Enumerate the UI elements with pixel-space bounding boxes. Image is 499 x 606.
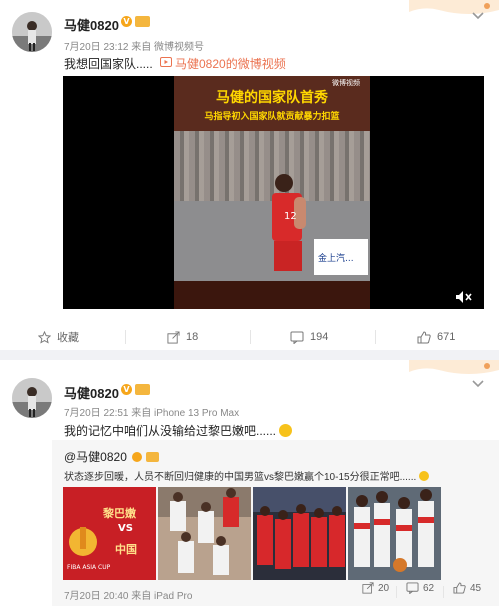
action-divider	[396, 586, 397, 598]
retweet-text: 状态逐步回暖，人员不断回归健康的中国男篮vs黎巴嫩赢个10-15分很正常吧...…	[64, 468, 430, 483]
chevron-down-icon[interactable]	[469, 378, 487, 390]
retweet-share-count: 20	[378, 582, 390, 594]
cup-label: FIBA ASIA CUP	[67, 564, 111, 571]
retweet-like-count: 45	[470, 582, 482, 594]
star-icon	[38, 330, 51, 344]
action-divider	[443, 586, 444, 598]
post-text-content: 我的记忆中咱们从没输给过黎巴嫩吧......	[64, 424, 277, 438]
thumbnail-3-art	[253, 487, 346, 580]
post-actions: 收藏 18 194 671	[0, 322, 499, 352]
action-divider	[125, 330, 126, 344]
retweet-like-button[interactable]: 45	[453, 582, 481, 594]
post-divider	[0, 350, 499, 360]
weibo-post-2: 马健0820 V 7月20日 22:51 来自 iPhone 13 Pro Ma…	[0, 360, 499, 606]
weibo-post-1: 马健0820 V 7月20日 23:12 来自 微博视频号 我想回国家队....…	[0, 0, 499, 350]
like-button[interactable]: 671	[417, 322, 455, 352]
avatar-image	[12, 12, 52, 52]
comment-button[interactable]: 194	[290, 322, 328, 352]
level-badge-icon	[145, 452, 159, 462]
video-link[interactable]: 马健0820的微博视频	[175, 55, 286, 72]
jersey-number: 12	[284, 211, 297, 222]
video-player[interactable]: 微博视频 马健的国家队首秀 马指导初入国家队就贡献暴力扣篮 12 金上汽...	[63, 76, 484, 309]
emoji-icon	[419, 471, 430, 481]
thumbnail-2-art	[158, 487, 251, 580]
thumbnail-vs: VS	[118, 523, 133, 534]
retweet-share-button[interactable]: 20	[362, 582, 389, 594]
ad-banner: 金上汽...	[314, 239, 368, 275]
thumbnail-team1: 黎巴嫩	[103, 507, 136, 520]
avatar[interactable]	[12, 12, 52, 52]
thumbnail-3[interactable]	[253, 487, 346, 580]
thumbnail-1[interactable]: FIBA ASIA CUP 黎巴嫩 VS 中国	[63, 487, 156, 580]
comment-icon	[406, 582, 419, 594]
verified-badge-icon: V	[121, 384, 132, 395]
post-meta: 7月20日 23:12 来自 微博视频号	[64, 42, 205, 53]
decoration-banner	[409, 360, 499, 374]
action-divider	[375, 330, 376, 344]
mute-icon[interactable]	[455, 290, 473, 304]
username[interactable]: 马健0820	[64, 15, 119, 34]
ad-banner-text: 金上汽...	[318, 254, 354, 264]
username[interactable]: 马健0820	[64, 383, 119, 402]
thumbnail-2[interactable]	[158, 487, 251, 580]
emoji-icon	[279, 424, 293, 437]
share-button[interactable]: 18	[167, 322, 198, 352]
thumbnail-4[interactable]	[348, 487, 441, 580]
collect-label: 收藏	[57, 332, 79, 344]
video-frame: 微博视频 马健的国家队首秀 马指导初入国家队就贡献暴力扣篮 12 金上汽...	[174, 76, 370, 309]
verified-badge-icon	[132, 452, 143, 462]
collect-button[interactable]: 收藏	[38, 322, 79, 352]
comment-icon	[290, 331, 304, 344]
thumbs-up-icon	[417, 330, 431, 343]
level-badge-icon	[135, 16, 150, 27]
chevron-down-icon[interactable]	[469, 10, 487, 22]
level-badge-icon	[135, 384, 150, 395]
comment-count: 194	[310, 331, 329, 343]
retweet-username-text: @马健0820	[64, 450, 127, 464]
post-text: 我的记忆中咱们从没输给过黎巴嫩吧......	[64, 422, 293, 439]
retweet-text-content: 状态逐步回暖，人员不断回归健康的中国男篮vs黎巴嫩赢个10-15分很正常吧...…	[64, 472, 417, 483]
thumbnail-team2: 中国	[115, 543, 137, 556]
retweet-comment-count: 62	[423, 582, 435, 594]
video-bottom-band	[174, 281, 370, 309]
video-link-icon	[160, 57, 172, 67]
share-icon	[167, 330, 180, 344]
avatar-image	[12, 378, 52, 418]
action-divider	[250, 330, 251, 344]
verified-badge-icon: V	[121, 16, 132, 27]
retweet-meta: 7月20日 20:40 来自 iPad Pro	[64, 591, 193, 602]
thumbnail-4-art	[348, 487, 441, 580]
avatar[interactable]	[12, 378, 52, 418]
retweet-username[interactable]: @马健0820	[64, 448, 159, 465]
post-meta: 7月20日 22:51 来自 iPhone 13 Pro Max	[64, 408, 240, 419]
like-count: 671	[437, 331, 456, 343]
retweet-card[interactable]: @马健0820 状态逐步回暖，人员不断回归健康的中国男篮vs黎巴嫩赢个10-15…	[52, 440, 499, 606]
video-title: 马健的国家队首秀	[216, 90, 328, 106]
player-figure: 12	[272, 174, 306, 271]
video-subtitle: 马指导初入国家队就贡献暴力扣篮	[204, 112, 340, 122]
post-text: 我想回国家队.....	[64, 57, 153, 71]
thumbnail-1-art: FIBA ASIA CUP	[63, 487, 156, 580]
retweet-comment-button[interactable]: 62	[406, 582, 434, 594]
share-icon	[362, 582, 374, 594]
share-count: 18	[186, 331, 199, 343]
thumbs-up-icon	[453, 582, 466, 594]
